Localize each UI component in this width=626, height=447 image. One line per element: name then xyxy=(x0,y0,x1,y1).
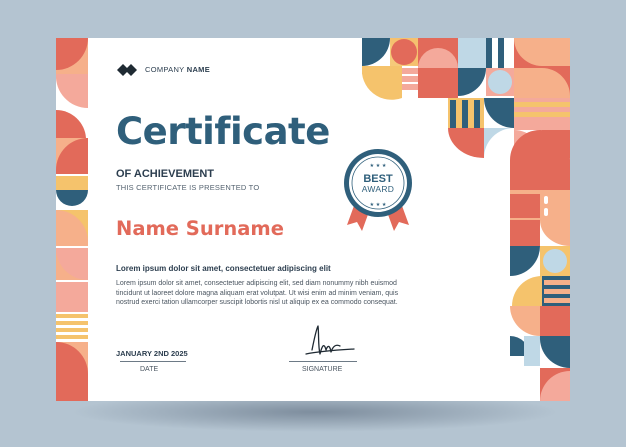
certificate-title: Certificate xyxy=(116,110,330,153)
recipient-name: Name Surname xyxy=(116,217,284,240)
handwritten-signature-icon xyxy=(305,325,355,355)
body-line: nostrud exerci tation ullamcorper suscip… xyxy=(116,299,398,306)
date-label: DATE xyxy=(140,366,159,373)
company-name-bold: NAME xyxy=(186,65,211,74)
body-text: Lorem ipsum dolor sit amet, consectetuer… xyxy=(116,279,446,308)
svg-text:★ ★ ★: ★ ★ ★ xyxy=(370,202,387,208)
body-line: tincidunt ut laoreet dolore magna aliqua… xyxy=(116,289,399,297)
signature-label: SIGNATURE xyxy=(302,366,343,373)
diamond-pair-logo-icon xyxy=(117,64,137,76)
svg-text:★ ★ ★: ★ ★ ★ xyxy=(370,163,387,169)
certificate-subtitle: OF ACHIEVEMENT xyxy=(116,168,214,180)
company-prefix: COMPANY xyxy=(145,65,185,74)
badge-line2: AWARD xyxy=(361,184,395,194)
body-line: Lorem ipsum dolor sit amet, consectetuer… xyxy=(116,280,397,287)
left-geometric-border xyxy=(56,38,88,401)
date-value: JANUARY 2ND 2025 xyxy=(116,349,188,358)
signature-divider xyxy=(289,361,357,362)
presented-to-text: THIS CERTIFICATE IS PRESENTED TO xyxy=(116,183,260,192)
lead-text: Lorem ipsum dolor sit amet, consectetuer… xyxy=(116,264,331,273)
company-name: COMPANY NAME xyxy=(145,65,210,74)
date-divider xyxy=(120,361,186,362)
certificate: COMPANY NAME Certificate OF ACHIEVEMENT … xyxy=(56,38,570,401)
